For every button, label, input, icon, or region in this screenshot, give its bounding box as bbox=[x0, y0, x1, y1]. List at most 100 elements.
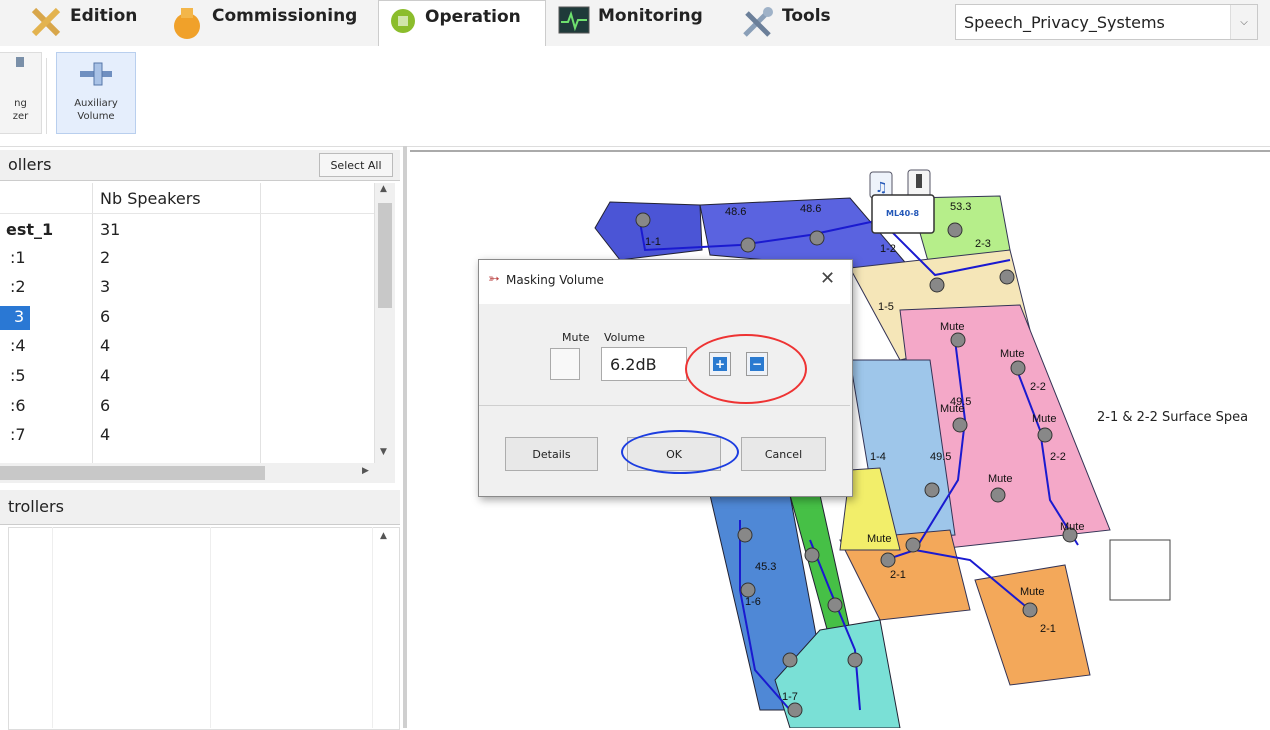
scroll-down-icon[interactable]: ▼ bbox=[380, 447, 387, 457]
speaker-label: 2-2 bbox=[1030, 381, 1046, 393]
speaker-icon[interactable] bbox=[782, 652, 798, 668]
speaker-icon[interactable] bbox=[1022, 602, 1038, 618]
speaker-icon[interactable] bbox=[737, 527, 753, 543]
speaker-icon[interactable] bbox=[947, 222, 963, 238]
tab-label: Edition bbox=[70, 6, 138, 26]
ribbon-divider bbox=[46, 58, 47, 134]
project-select[interactable]: Speech_Privacy_Systems ⌵ bbox=[955, 4, 1258, 40]
speaker-icon[interactable] bbox=[740, 237, 756, 253]
column-header-nb-speakers[interactable]: Nb Speakers bbox=[100, 189, 201, 208]
ribbon-button-partial[interactable]: ng zer bbox=[0, 52, 42, 134]
highlight-circle-volume-buttons bbox=[685, 334, 807, 404]
speaker-icon[interactable] bbox=[929, 277, 945, 293]
mute-label: Mute bbox=[562, 331, 590, 344]
table-row-name[interactable]: :1 bbox=[10, 248, 26, 267]
speaker-icon[interactable] bbox=[880, 552, 896, 568]
tab-tools[interactable]: Tools bbox=[740, 0, 852, 46]
microphone-glyph bbox=[916, 174, 922, 188]
close-icon[interactable]: ✕ bbox=[820, 268, 835, 289]
scroll-right-icon[interactable]: ▶ bbox=[362, 466, 369, 476]
speaker-label: 2-1 bbox=[890, 569, 906, 581]
speaker-label: Mute bbox=[940, 321, 964, 333]
tab-edition[interactable]: Edition bbox=[30, 0, 155, 46]
speaker-icon[interactable] bbox=[924, 482, 940, 498]
controller-label: ML40-8 bbox=[886, 209, 920, 218]
table-row-name[interactable]: 3 bbox=[14, 307, 24, 326]
speaker-icon[interactable] bbox=[804, 547, 820, 563]
table-row-name[interactable]: :4 bbox=[10, 336, 26, 355]
speaker-icon[interactable] bbox=[952, 417, 968, 433]
speaker-label: 45.3 bbox=[755, 561, 776, 573]
tab-monitoring[interactable]: Monitoring bbox=[558, 0, 728, 46]
details-button[interactable]: Details bbox=[505, 437, 598, 471]
tab-operation[interactable]: Operation bbox=[378, 0, 546, 48]
table-row-name[interactable]: :6 bbox=[10, 396, 26, 415]
speaker-icon[interactable] bbox=[950, 332, 966, 348]
table-row-name[interactable]: :2 bbox=[10, 277, 26, 296]
table-row-speakers[interactable]: 6 bbox=[100, 307, 110, 326]
grid-column-divider bbox=[372, 527, 373, 728]
controllers2-panel-title: trollers bbox=[8, 497, 64, 516]
scroll-up-icon[interactable]: ▲ bbox=[380, 184, 387, 194]
speaker-label: 48.6 bbox=[800, 203, 821, 215]
grid-column-divider bbox=[210, 527, 211, 728]
chevron-down-icon[interactable]: ⌵ bbox=[1230, 5, 1257, 39]
cancel-button[interactable]: Cancel bbox=[741, 437, 826, 471]
table-row-speakers[interactable]: 4 bbox=[100, 366, 110, 385]
speaker-icon[interactable] bbox=[787, 702, 803, 718]
speaker-icon[interactable] bbox=[847, 652, 863, 668]
table-row-speakers[interactable]: 4 bbox=[100, 425, 110, 444]
ribbon-button-label: Volume bbox=[77, 111, 115, 122]
mute-checkbox[interactable] bbox=[550, 348, 580, 380]
volume-slider-icon bbox=[57, 53, 135, 97]
speaker-icon[interactable] bbox=[999, 269, 1015, 285]
speaker-icon[interactable] bbox=[905, 537, 921, 553]
table-row-speakers[interactable]: 31 bbox=[100, 220, 120, 239]
volume-field[interactable]: 6.2dB bbox=[601, 347, 687, 381]
table-row-speakers[interactable]: 3 bbox=[100, 277, 110, 296]
highlight-circle-ok bbox=[621, 430, 739, 474]
operation-icon bbox=[389, 7, 417, 40]
scrollbar-thumb[interactable] bbox=[378, 203, 392, 308]
table-row-name[interactable]: :5 bbox=[10, 366, 26, 385]
speaker-icon[interactable] bbox=[740, 582, 756, 598]
zone-2-1b[interactable] bbox=[974, 564, 1091, 686]
select-all-button[interactable]: Select All bbox=[319, 153, 393, 177]
speaker-icon[interactable] bbox=[1037, 427, 1053, 443]
speaker-label: 1-2 bbox=[880, 243, 896, 255]
tab-label: Commissioning bbox=[212, 6, 358, 26]
ribbon-button-label: Auxiliary bbox=[74, 98, 118, 109]
ribbon-button-label: ng bbox=[14, 98, 27, 109]
speaker-icon[interactable] bbox=[809, 230, 825, 246]
speaker-label: 1-5 bbox=[878, 301, 894, 313]
speaker-label: 49.5 bbox=[930, 451, 951, 463]
speaker-icon[interactable] bbox=[1010, 360, 1026, 376]
room-outline bbox=[1109, 539, 1171, 601]
table-row-name[interactable]: est_1 bbox=[6, 220, 53, 239]
speaker-label: Mute bbox=[1060, 521, 1084, 533]
speaker-label: Mute bbox=[1020, 586, 1044, 598]
table-row-name[interactable]: :7 bbox=[10, 425, 26, 444]
speaker-icon[interactable] bbox=[635, 212, 651, 228]
speaker-label: 1-6 bbox=[745, 596, 761, 608]
dialog-title: Masking Volume bbox=[506, 273, 604, 287]
speaker-icon[interactable] bbox=[827, 597, 843, 613]
volume-value: 6.2dB bbox=[610, 354, 657, 374]
tab-commissioning[interactable]: Commissioning bbox=[170, 0, 375, 46]
scrollbar-thumb[interactable] bbox=[0, 466, 265, 480]
speaker-icon[interactable] bbox=[990, 487, 1006, 503]
table-row-speakers[interactable]: 2 bbox=[100, 248, 110, 267]
table-row-speakers[interactable]: 4 bbox=[100, 336, 110, 355]
scroll-up-icon[interactable]: ▲ bbox=[380, 531, 387, 541]
grid-column-divider bbox=[260, 183, 261, 463]
panel-splitter[interactable] bbox=[403, 146, 407, 728]
zone-1-1[interactable] bbox=[594, 201, 703, 261]
speaker-label: 2-1 bbox=[1040, 623, 1056, 635]
plan-annotation: 2-1 & 2-2 Surface Spea bbox=[1097, 410, 1249, 425]
table-row-speakers[interactable]: 6 bbox=[100, 396, 110, 415]
tab-label: Tools bbox=[782, 6, 831, 26]
speaker-label: 2-2 bbox=[1050, 451, 1066, 463]
grid-column-divider bbox=[92, 183, 93, 463]
auxiliary-volume-button[interactable]: Auxiliary Volume bbox=[56, 52, 136, 134]
project-select-value: Speech_Privacy_Systems bbox=[964, 12, 1165, 32]
